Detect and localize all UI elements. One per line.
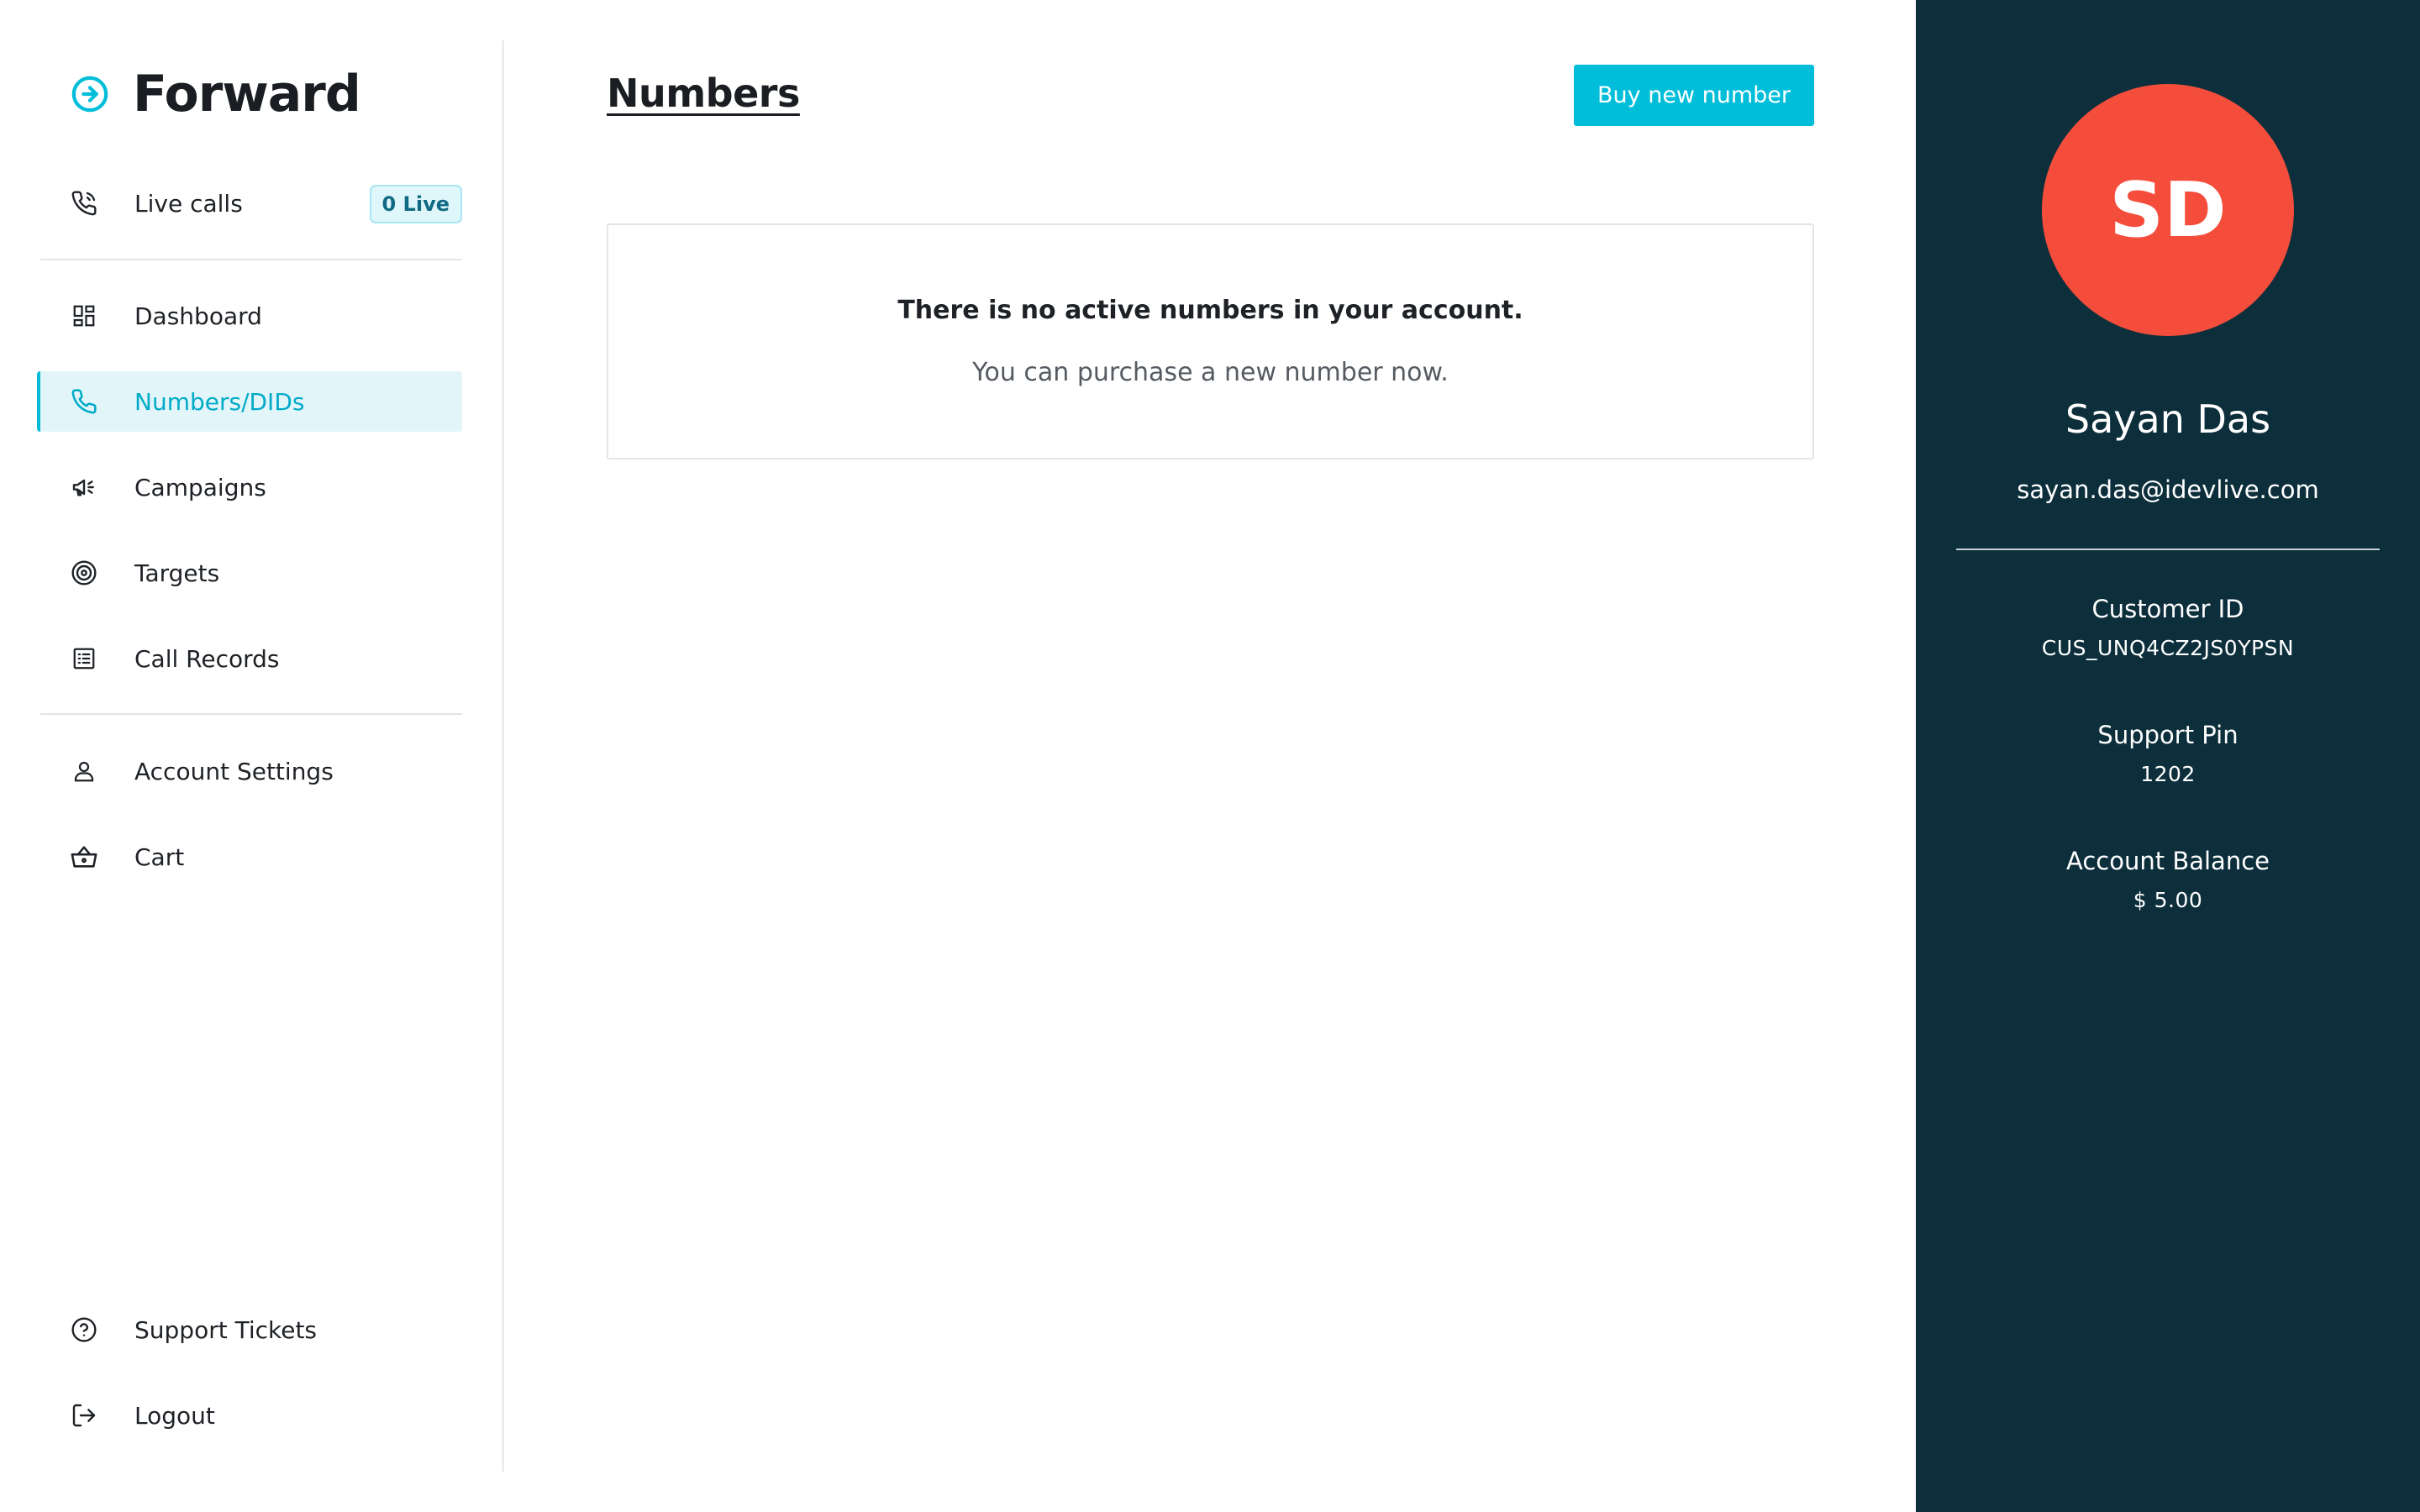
customer-id-value: CUS_UNQ4CZ2JS0YPSN (2041, 636, 2295, 660)
sidebar-item-support-tickets[interactable]: Support Tickets (37, 1299, 462, 1360)
sidebar-item-label: Targets (134, 559, 220, 587)
support-pin-value: 1202 (2140, 762, 2196, 786)
profile-divider (1956, 549, 2380, 550)
sidebar-divider (40, 259, 462, 260)
support-pin-label: Support Pin (2097, 721, 2238, 749)
brand-name: Forward (133, 65, 361, 123)
basket-icon (69, 842, 99, 872)
sidebar-item-label: Call Records (134, 644, 280, 673)
live-count-badge: 0 Live (369, 185, 462, 223)
sidebar-item-campaigns[interactable]: Campaigns (37, 457, 462, 517)
empty-state-headline: There is no active numbers in your accou… (897, 296, 1523, 325)
phone-icon (69, 386, 99, 417)
buy-new-number-button[interactable]: Buy new number (1574, 65, 1814, 126)
sidebar-border (502, 40, 504, 1472)
profile-name: Sayan Das (2065, 396, 2271, 442)
brand-logo[interactable]: Forward (71, 60, 361, 128)
arrow-right-circle-icon (71, 75, 109, 113)
profile-panel: SD Sayan Das sayan.das@idevlive.com Cust… (1916, 0, 2420, 1512)
sidebar-item-label: Live calls (134, 189, 243, 218)
profile-email: sayan.das@idevlive.com (2017, 475, 2319, 504)
customer-id-label: Customer ID (2091, 595, 2244, 623)
avatar: SD (2042, 84, 2294, 336)
megaphone-icon (69, 472, 99, 502)
sidebar-item-label: Numbers/DIDs (134, 387, 305, 416)
phone-call-icon (69, 188, 99, 218)
sidebar-divider (40, 713, 462, 715)
target-icon (69, 558, 99, 588)
sidebar-item-label: Account Settings (134, 757, 334, 785)
sidebar-item-targets[interactable]: Targets (37, 543, 462, 603)
sidebar-item-cart[interactable]: Cart (37, 827, 462, 887)
sidebar-item-label: Campaigns (134, 473, 266, 501)
empty-state-subtext: You can purchase a new number now. (972, 358, 1449, 387)
dashboard-icon (69, 301, 99, 331)
sidebar: Forward Live calls 0 Live Dashboard Numb… (0, 0, 504, 1512)
sidebar-item-label: Cart (134, 843, 185, 871)
sidebar-item-numbers-dids[interactable]: Numbers/DIDs (37, 371, 462, 432)
page-title: Numbers (607, 71, 800, 116)
empty-state-card: There is no active numbers in your accou… (607, 223, 1814, 459)
account-balance-label: Account Balance (2066, 847, 2270, 875)
account-balance-value: $ 5.00 (2133, 888, 2203, 912)
list-icon (69, 643, 99, 674)
help-circle-icon (69, 1315, 99, 1345)
logout-icon (69, 1400, 99, 1431)
sidebar-item-label: Dashboard (134, 302, 262, 330)
sidebar-item-dashboard[interactable]: Dashboard (37, 286, 462, 346)
sidebar-item-label: Support Tickets (134, 1315, 318, 1344)
sidebar-item-account-settings[interactable]: Account Settings (37, 741, 462, 801)
sidebar-item-live-calls[interactable]: Live calls 0 Live (37, 173, 462, 234)
user-icon (69, 756, 99, 786)
sidebar-item-label: Logout (134, 1401, 215, 1430)
sidebar-item-call-records[interactable]: Call Records (37, 628, 462, 689)
sidebar-item-logout[interactable]: Logout (37, 1385, 462, 1446)
